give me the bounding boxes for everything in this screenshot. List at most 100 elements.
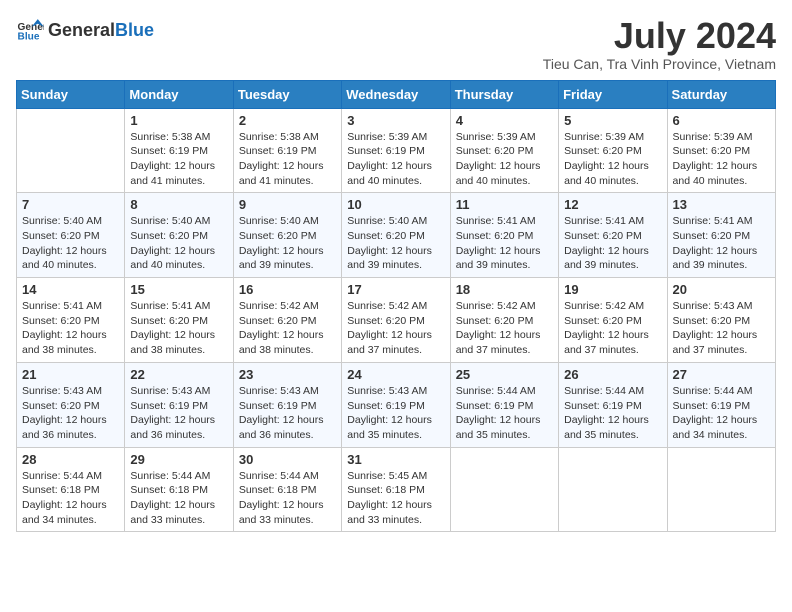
header-day-wednesday: Wednesday — [342, 80, 450, 108]
sunset-text: Sunset: 6:20 PM — [673, 315, 751, 327]
calendar-body: 1 Sunrise: 5:38 AM Sunset: 6:19 PM Daylight… — [17, 108, 776, 532]
calendar-cell: 7Sunrise: 5:40 AMSunset: 6:20 PMDaylight… — [17, 193, 125, 278]
calendar-cell: 18Sunrise: 5:42 AMSunset: 6:20 PMDayligh… — [450, 278, 558, 363]
calendar-cell: 30 Sunrise: 5:44 AMSunset: 6:18 PMDayligh… — [233, 447, 341, 532]
day-number: 4 — [456, 113, 553, 128]
day-info: Sunrise: 5:41 AMSunset: 6:20 PMDaylight:… — [456, 214, 553, 273]
daylight-text: Daylight: 12 hours and 37 minutes. — [347, 329, 432, 356]
daylight-text: Daylight: 12 hours and 35 minutes. — [456, 414, 541, 441]
day-number: 24 — [347, 367, 444, 382]
day-number: 30 — [239, 452, 336, 467]
calendar-cell — [667, 447, 775, 532]
day-number: 29 — [130, 452, 227, 467]
calendar-cell: 26Sunrise: 5:44 AMSunset: 6:19 PMDayligh… — [559, 362, 667, 447]
main-title: July 2024 — [543, 16, 776, 56]
calendar-cell: 8Sunrise: 5:40 AMSunset: 6:20 PMDaylight… — [125, 193, 233, 278]
day-number: 10 — [347, 197, 444, 212]
sunrise-text: Sunrise: 5:38 AM — [239, 131, 319, 143]
calendar-cell: 15Sunrise: 5:41 AMSunset: 6:20 PMDayligh… — [125, 278, 233, 363]
calendar-cell: 17Sunrise: 5:42 AMSunset: 6:20 PMDayligh… — [342, 278, 450, 363]
sunset-text: Sunset: 6:19 PM — [130, 145, 208, 157]
day-number: 5 — [564, 113, 661, 128]
day-number: 14 — [22, 282, 119, 297]
day-info: Sunrise: 5:42 AMSunset: 6:20 PMDaylight:… — [564, 299, 661, 358]
day-number: 19 — [564, 282, 661, 297]
sunrise-text: Sunrise: 5:43 AM — [22, 385, 102, 397]
daylight-text: Daylight: 12 hours and 33 minutes. — [347, 499, 432, 526]
sunset-text: Sunset: 6:20 PM — [239, 315, 317, 327]
sunset-text: Sunset: 6:19 PM — [239, 145, 317, 157]
day-info: Sunrise: 5:43 AMSunset: 6:20 PMDaylight:… — [22, 384, 119, 443]
calendar-cell: 22Sunrise: 5:43 AMSunset: 6:19 PMDayligh… — [125, 362, 233, 447]
calendar-week-4: 28Sunrise: 5:44 AMSunset: 6:18 PMDayligh… — [17, 447, 776, 532]
calendar-header-row: SundayMondayTuesdayWednesdayThursdayFrid… — [17, 80, 776, 108]
sunset-text: Sunset: 6:19 PM — [239, 400, 317, 412]
page-header: General Blue GeneralBlue July 2024 Tieu … — [16, 16, 776, 72]
daylight-text: Daylight: 12 hours and 39 minutes. — [456, 245, 541, 272]
sunset-text: Sunset: 6:20 PM — [564, 230, 642, 242]
day-number: 13 — [673, 197, 770, 212]
daylight-text: Daylight: 12 hours and 41 minutes. — [239, 160, 324, 187]
sunset-text: Sunset: 6:19 PM — [564, 400, 642, 412]
calendar-cell — [450, 447, 558, 532]
calendar-cell: 21Sunrise: 5:43 AMSunset: 6:20 PMDayligh… — [17, 362, 125, 447]
sunrise-text: Sunrise: 5:44 AM — [564, 385, 644, 397]
day-number: 1 — [130, 113, 227, 128]
daylight-text: Daylight: 12 hours and 40 minutes. — [22, 245, 107, 272]
day-number: 17 — [347, 282, 444, 297]
sunset-text: Sunset: 6:20 PM — [564, 315, 642, 327]
daylight-text: Daylight: 12 hours and 36 minutes. — [239, 414, 324, 441]
sunrise-text: Sunrise: 5:44 AM — [130, 470, 210, 482]
daylight-text: Daylight: 12 hours and 39 minutes. — [673, 245, 758, 272]
day-info: Sunrise: 5:41 AMSunset: 6:20 PMDaylight:… — [130, 299, 227, 358]
calendar-cell: 23 Sunrise: 5:43 AM Sunset: 6:19 PM Dayligh… — [233, 362, 341, 447]
header-day-thursday: Thursday — [450, 80, 558, 108]
sunrise-text: Sunrise: 5:40 AM — [239, 215, 319, 227]
day-number: 6 — [673, 113, 770, 128]
sunset-text: Sunset: 6:20 PM — [22, 230, 100, 242]
sunrise-text: Sunrise: 5:39 AM — [347, 131, 427, 143]
day-number: 16 — [239, 282, 336, 297]
day-number: 23 — [239, 367, 336, 382]
svg-text:Blue: Blue — [18, 31, 40, 42]
day-info: Sunrise: 5:39 AMSunset: 6:20 PMDaylight:… — [564, 130, 661, 189]
day-info: Sunrise: 5:39 AMSunset: 6:20 PMDaylight:… — [673, 130, 770, 189]
day-info: Sunrise: 5:38 AM Sunset: 6:19 PM Daylight:… — [239, 130, 336, 189]
header-day-tuesday: Tuesday — [233, 80, 341, 108]
calendar-cell — [17, 108, 125, 193]
daylight-text: Daylight: 12 hours and 34 minutes. — [673, 414, 758, 441]
day-number: 22 — [130, 367, 227, 382]
day-number: 25 — [456, 367, 553, 382]
calendar-cell: 4Sunrise: 5:39 AMSunset: 6:20 PMDaylight… — [450, 108, 558, 193]
sunrise-text: Sunrise: 5:42 AM — [347, 300, 427, 312]
sunset-text: Sunset: 6:20 PM — [130, 230, 208, 242]
calendar-cell: 13 Sunrise: 5:41 AMSunset: 6:20 PMDayligh… — [667, 193, 775, 278]
calendar-cell — [559, 447, 667, 532]
daylight-text: Daylight: 12 hours and 33 minutes. — [130, 499, 215, 526]
sunrise-text: Sunrise: 5:42 AM — [239, 300, 319, 312]
sunset-text: Sunset: 6:20 PM — [347, 230, 425, 242]
sunrise-text: Sunrise: 5:40 AM — [22, 215, 102, 227]
day-number: 28 — [22, 452, 119, 467]
day-info: Sunrise: 5:44 AMSunset: 6:18 PMDaylight:… — [239, 469, 336, 528]
day-info: Sunrise: 5:44 AMSunset: 6:19 PMDaylight:… — [456, 384, 553, 443]
daylight-text: Daylight: 12 hours and 40 minutes. — [673, 160, 758, 187]
sunset-text: Sunset: 6:19 PM — [456, 400, 534, 412]
sunrise-text: Sunrise: 5:42 AM — [564, 300, 644, 312]
calendar-week-0: 1 Sunrise: 5:38 AM Sunset: 6:19 PM Daylight… — [17, 108, 776, 193]
sunrise-text: Sunrise: 5:43 AM — [239, 385, 319, 397]
calendar-cell: 10Sunrise: 5:40 AMSunset: 6:20 PMDayligh… — [342, 193, 450, 278]
day-info: Sunrise: 5:41 AMSunset: 6:20 PMDaylight:… — [673, 214, 770, 273]
title-block: July 2024 Tieu Can, Tra Vinh Province, V… — [543, 16, 776, 72]
calendar-cell: 28Sunrise: 5:44 AMSunset: 6:18 PMDayligh… — [17, 447, 125, 532]
sunset-text: Sunset: 6:20 PM — [673, 145, 751, 157]
day-info: Sunrise: 5:44 AMSunset: 6:19 PMDaylight:… — [673, 384, 770, 443]
daylight-text: Daylight: 12 hours and 38 minutes. — [22, 329, 107, 356]
day-number: 2 — [239, 113, 336, 128]
calendar-week-3: 21Sunrise: 5:43 AMSunset: 6:20 PMDayligh… — [17, 362, 776, 447]
sunset-text: Sunset: 6:20 PM — [130, 315, 208, 327]
sunset-text: Sunset: 6:18 PM — [22, 484, 100, 496]
daylight-text: Daylight: 12 hours and 34 minutes. — [22, 499, 107, 526]
calendar-cell: 19Sunrise: 5:42 AMSunset: 6:20 PMDayligh… — [559, 278, 667, 363]
day-info: Sunrise: 5:43 AMSunset: 6:19 PMDaylight:… — [347, 384, 444, 443]
